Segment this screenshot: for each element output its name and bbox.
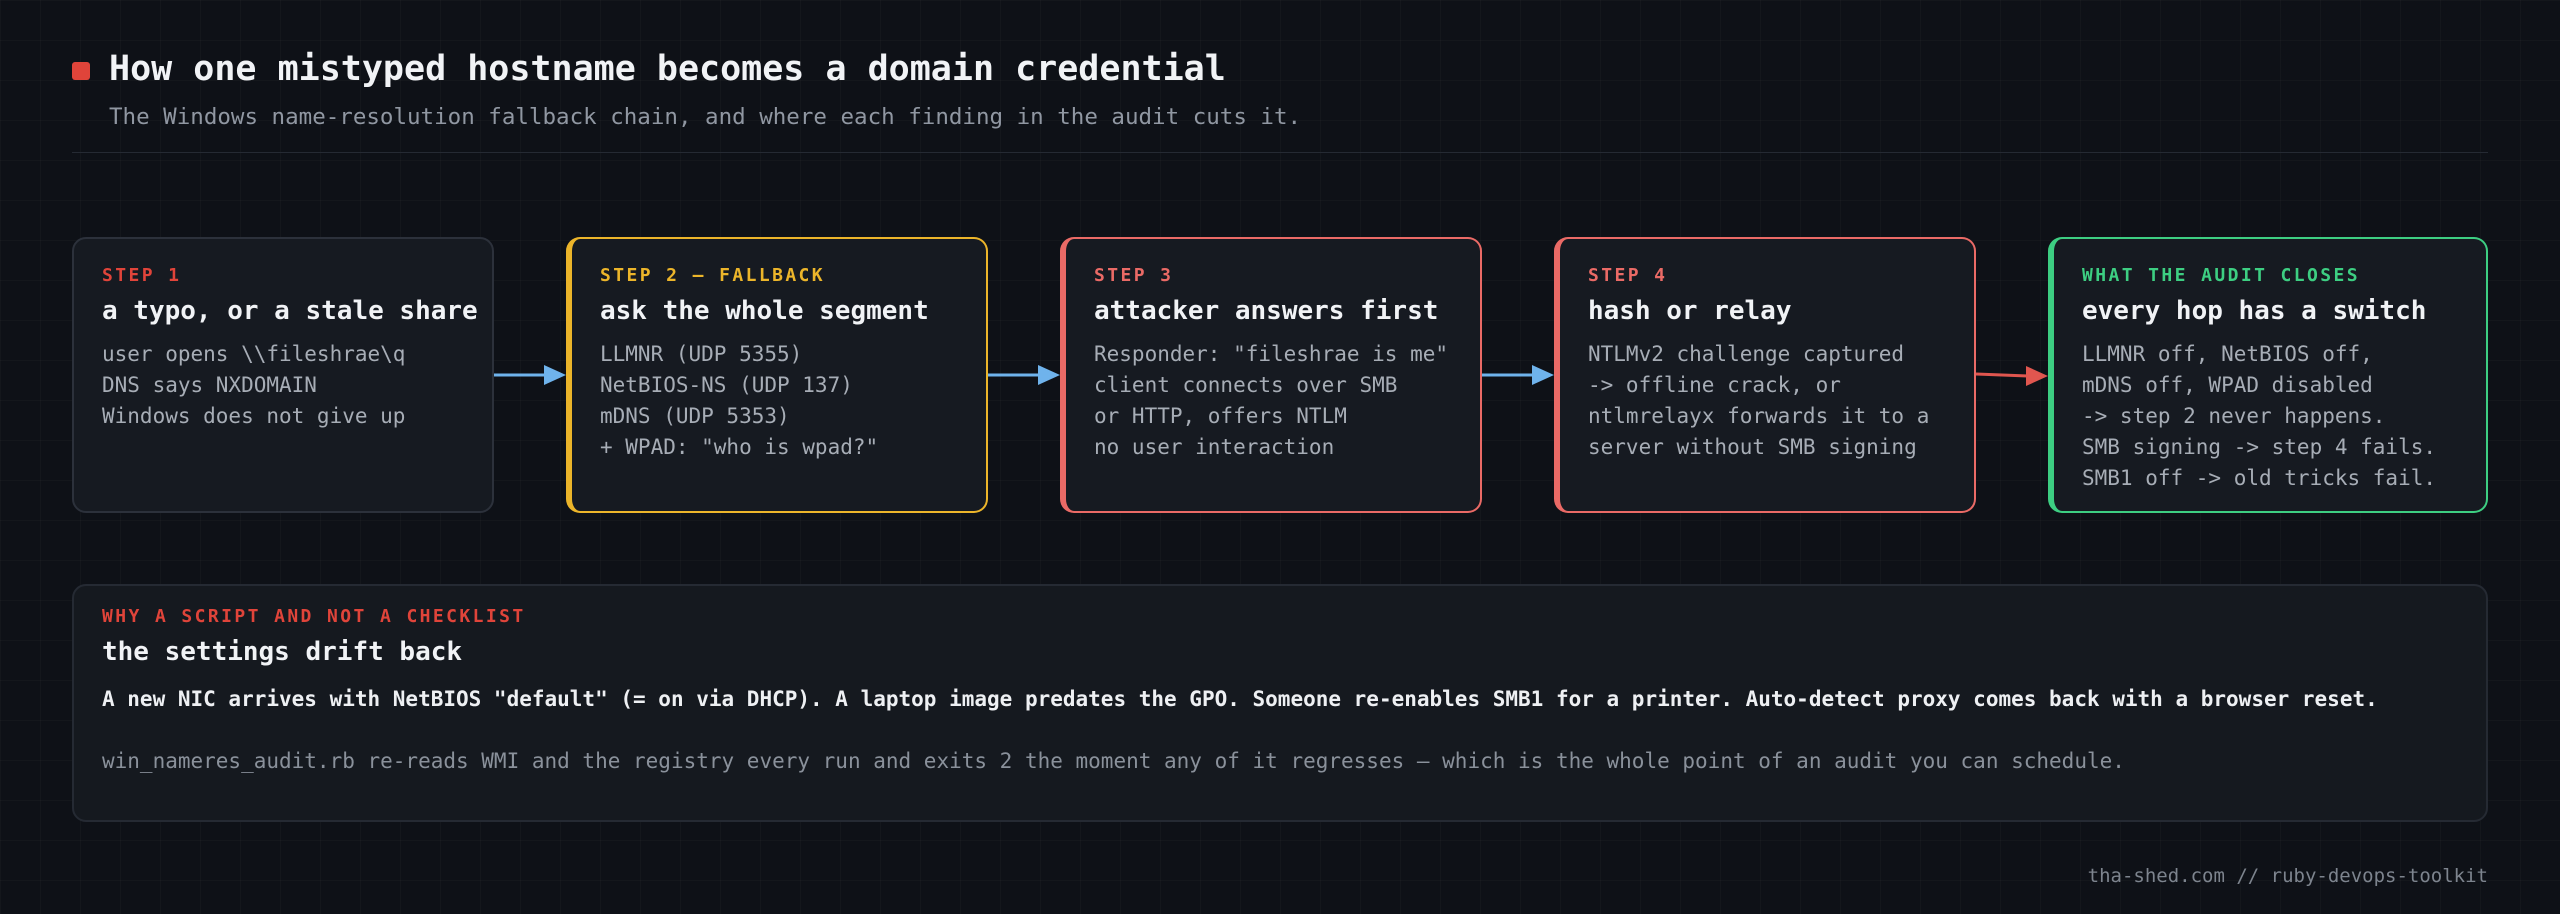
step-4-label: STEP 4: [1588, 265, 1668, 286]
audit-closes-body: LLMNR off, NetBIOS off, mDNS off, WPAD d…: [2082, 339, 2486, 494]
step-4-body: NTLMv2 challenge captured -> offline cra…: [1588, 339, 1974, 463]
step-2-body: LLMNR (UDP 5355) NetBIOS-NS (UDP 137) mD…: [600, 339, 986, 463]
step-4-line: NTLMv2 challenge captured: [1588, 342, 1905, 366]
why-script-panel: WHY A SCRIPT AND NOT A CHECKLIST the set…: [72, 584, 2488, 822]
panel-title: the settings drift back: [102, 637, 463, 667]
step-4-line: -> offline crack, or: [1588, 373, 1841, 397]
arrow-step1-to-step2: [494, 365, 566, 385]
step-4-line: server without SMB signing: [1588, 435, 1917, 459]
step-1-card: STEP 1 a typo, or a stale share user ope…: [72, 237, 494, 513]
audit-closes-line: SMB1 off -> old tricks fail.: [2082, 466, 2437, 490]
step-3-body: Responder: "fileshrae is me" client conn…: [1094, 339, 1480, 463]
step-2-title: ask the whole segment: [600, 296, 929, 326]
audit-closes-line: SMB signing -> step 4 fails.: [2082, 435, 2437, 459]
step-2-line: LLMNR (UDP 5355): [600, 342, 803, 366]
audit-closes-line: -> step 2 never happens.: [2082, 404, 2386, 428]
footer-credit: tha-shed.com // ruby-devops-toolkit: [2087, 865, 2488, 887]
step-3-line: client connects over SMB: [1094, 373, 1398, 397]
step-2-line: + WPAD: "who is wpad?": [600, 435, 879, 459]
step-1-line: user opens \\fileshrae\q: [102, 342, 406, 366]
page-title: How one mistyped hostname becomes a doma…: [109, 49, 1226, 89]
arrow-step3-to-step4: [1482, 365, 1554, 385]
step-2-card: STEP 2 — FALLBACK ask the whole segment …: [566, 237, 988, 513]
step-1-body: user opens \\fileshrae\q DNS says NXDOMA…: [102, 339, 492, 432]
panel-lead-text: A new NIC arrives with NetBIOS "default"…: [102, 687, 2378, 711]
step-3-line: or HTTP, offers NTLM: [1094, 404, 1347, 428]
step-2-label: STEP 2 — FALLBACK: [600, 265, 826, 286]
step-2-line: mDNS (UDP 5353): [600, 404, 790, 428]
panel-label: WHY A SCRIPT AND NOT A CHECKLIST: [102, 606, 526, 627]
step-3-title: attacker answers first: [1094, 296, 1439, 326]
step-3-card: STEP 3 attacker answers first Responder:…: [1060, 237, 1482, 513]
step-3-label: STEP 3: [1094, 265, 1174, 286]
page: { "header": { "title": "How one mistyped…: [0, 0, 2560, 914]
audit-closes-line: LLMNR off, NetBIOS off,: [2082, 342, 2373, 366]
step-2-line: NetBIOS-NS (UDP 137): [600, 373, 853, 397]
audit-closes-line: mDNS off, WPAD disabled: [2082, 373, 2373, 397]
page-subtitle: The Windows name-resolution fallback cha…: [109, 104, 1302, 130]
step-1-line: Windows does not give up: [102, 404, 406, 428]
title-marker-square: [72, 62, 90, 80]
audit-closes-card: WHAT THE AUDIT CLOSES every hop has a sw…: [2048, 237, 2488, 513]
step-3-line: Responder: "fileshrae is me": [1094, 342, 1449, 366]
arrow-step4-to-audit: [1975, 366, 2048, 386]
header-divider: [72, 152, 2488, 153]
panel-note-text: win_nameres_audit.rb re-reads WMI and th…: [102, 749, 2125, 773]
arrow-step2-to-step3: [988, 365, 1060, 385]
step-1-line: DNS says NXDOMAIN: [102, 373, 317, 397]
audit-closes-title: every hop has a switch: [2082, 296, 2427, 326]
audit-closes-label: WHAT THE AUDIT CLOSES: [2082, 265, 2360, 286]
step-4-line: ntlmrelayx forwards it to a: [1588, 404, 1930, 428]
step-1-label: STEP 1: [102, 265, 182, 286]
step-3-line: no user interaction: [1094, 435, 1335, 459]
step-4-card: STEP 4 hash or relay NTLMv2 challenge ca…: [1554, 237, 1976, 513]
step-1-title: a typo, or a stale share: [102, 296, 478, 326]
step-4-title: hash or relay: [1588, 296, 1792, 326]
